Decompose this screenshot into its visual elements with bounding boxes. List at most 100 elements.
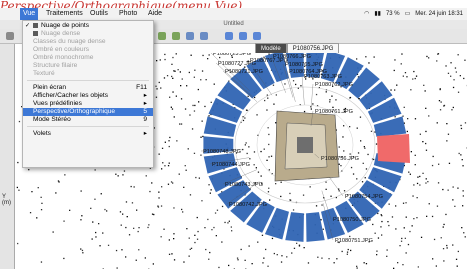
point (98, 223, 100, 225)
point (373, 56, 375, 58)
camera-label: P1080766.JPG (273, 54, 311, 60)
point (157, 206, 160, 208)
point (303, 110, 306, 113)
point (336, 258, 338, 260)
menu-item[interactable]: Mode Stéréo 9 (23, 116, 153, 124)
point (400, 240, 403, 242)
point (172, 56, 174, 59)
point (368, 62, 370, 64)
point (228, 264, 230, 267)
point (36, 217, 38, 219)
menu-item[interactable]: Volets ▸ (23, 130, 153, 138)
move-icon[interactable] (253, 32, 261, 40)
select-icon[interactable] (225, 32, 233, 40)
point (214, 212, 217, 214)
menu-aide[interactable]: Aide (145, 8, 165, 20)
point (386, 255, 388, 257)
point (356, 265, 358, 267)
new-icon[interactable] (6, 32, 14, 40)
point (268, 187, 270, 189)
point (191, 128, 194, 130)
point (196, 238, 199, 240)
point (99, 245, 101, 247)
point (161, 147, 164, 149)
point (263, 148, 265, 150)
point (173, 116, 175, 118)
menu-photo[interactable]: Photo (116, 8, 140, 20)
point (440, 237, 442, 239)
menu-item[interactable]: Perspective/Orthographique 5 (23, 108, 153, 116)
point (207, 58, 209, 60)
point (432, 258, 434, 260)
point (144, 257, 146, 259)
point (174, 70, 176, 72)
point (272, 84, 275, 86)
point (357, 152, 360, 154)
point (145, 175, 147, 177)
point (168, 239, 170, 241)
point (456, 265, 458, 267)
menu-vue[interactable]: Vue (20, 8, 39, 20)
point (425, 130, 427, 133)
point (266, 159, 268, 161)
camera-icon[interactable] (239, 32, 247, 40)
point (386, 249, 388, 251)
point (364, 177, 366, 179)
flag-icon[interactable]: ▮▮ (374, 8, 381, 20)
point (448, 162, 451, 164)
tab-photo[interactable]: P1080756.JPG (286, 43, 340, 53)
point (436, 60, 438, 62)
dense-cloud-icon (33, 31, 38, 36)
point (437, 53, 440, 55)
point (213, 226, 215, 229)
point (463, 77, 465, 80)
zoom-icon[interactable] (200, 32, 208, 40)
point (462, 195, 464, 197)
camera-label: P1080756.JPG (321, 156, 359, 162)
point (155, 96, 158, 98)
wifi-icon[interactable]: ◠ (364, 8, 369, 20)
point (107, 244, 110, 246)
point (128, 234, 131, 236)
point (364, 147, 366, 149)
point (329, 99, 331, 101)
tab-modele[interactable]: Modèle (255, 43, 287, 53)
point (187, 148, 189, 150)
point (182, 211, 184, 213)
menu-item[interactable]: ✓ Nuage de points (23, 22, 153, 30)
point (435, 265, 437, 267)
shape-icon[interactable] (158, 32, 166, 40)
point (28, 169, 30, 171)
shape2-icon[interactable] (172, 32, 180, 40)
point (167, 165, 170, 167)
point (300, 85, 302, 87)
point (431, 215, 434, 218)
point (266, 109, 268, 111)
menu-outils[interactable]: Outils (87, 8, 111, 20)
menu-separator (27, 80, 149, 81)
clock-text[interactable]: Mer. 24 juin 18:31 (415, 8, 463, 20)
rotate-icon[interactable] (186, 32, 194, 40)
point (402, 264, 404, 266)
menu-item[interactable]: Vues prédéfinies ▸ (23, 100, 153, 108)
axis-label: Y (m) (2, 194, 11, 206)
point (302, 194, 305, 196)
point (147, 226, 149, 229)
point (376, 254, 378, 256)
point (181, 78, 183, 80)
battery-icon: ▭ (404, 11, 411, 17)
point (328, 258, 330, 260)
menu-traitements[interactable]: Traitements (43, 8, 86, 20)
point (394, 89, 396, 91)
menu-item[interactable]: Afficher/Cacher les objets ▸ (23, 92, 153, 100)
menu-item[interactable]: Plein écran F11 (23, 84, 153, 92)
point (211, 229, 213, 231)
point (460, 124, 462, 127)
point (292, 209, 295, 211)
point (158, 191, 160, 193)
point (447, 133, 450, 135)
point (94, 169, 96, 171)
point (414, 118, 417, 120)
point (275, 122, 277, 124)
point (63, 220, 65, 222)
